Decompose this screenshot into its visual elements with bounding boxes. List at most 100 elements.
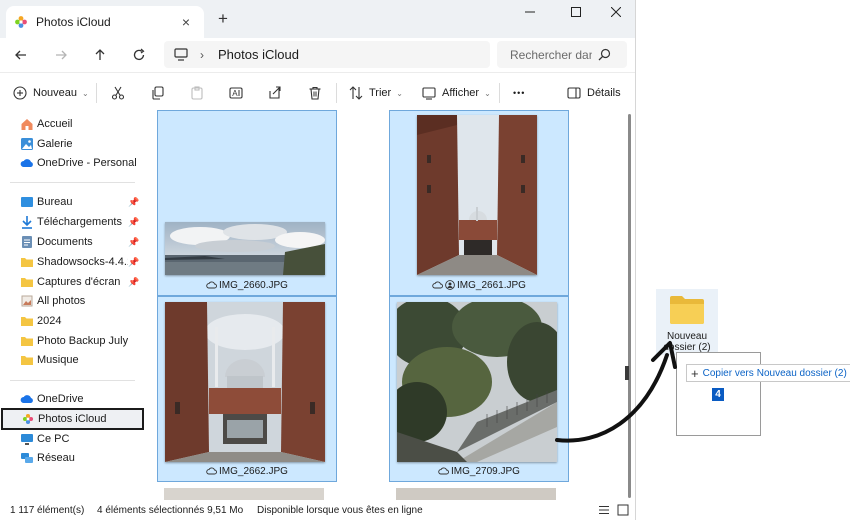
search-box[interactable]: Rechercher dans Photos iCloud [497, 41, 627, 68]
tab-close-icon[interactable]: × [174, 10, 198, 34]
chevron-down-icon: ⌄ [396, 88, 403, 98]
sidebar-item-shadowsocks[interactable]: Shadowsocks-4.4.1.0 📌 [0, 252, 145, 272]
close-window-button[interactable] [596, 0, 635, 24]
file-tile-partial[interactable] [396, 488, 556, 500]
pc-icon [20, 432, 34, 446]
drag-destination-label: Nouveau dossier (2) [756, 367, 847, 379]
cloud-icon [20, 392, 34, 406]
refresh-icon [133, 48, 145, 61]
sort-button[interactable]: Trier ⌄ [349, 82, 403, 104]
back-button[interactable] [9, 43, 33, 67]
sidebar-item-ce-pc[interactable]: Ce PC [0, 429, 145, 449]
refresh-button[interactable] [127, 43, 151, 67]
up-button[interactable] [88, 43, 112, 67]
pin-icon: 📌 [128, 196, 140, 207]
drag-tooltip: + Copier vers Nouveau dossier (2) [686, 364, 850, 382]
selection-info: 4 éléments sélectionnés 9,51 Mo [97, 505, 244, 516]
folder-icon [20, 275, 34, 289]
large-icons-view-icon[interactable] [617, 504, 629, 516]
sidebar-item-all-photos[interactable]: All photos [0, 291, 145, 311]
desktop-folder-icon [20, 195, 34, 209]
cloud-outline-icon [432, 281, 443, 289]
sidebar-item-reseau[interactable]: Réseau [0, 448, 145, 468]
file-tile-img-2660[interactable]: IMG_2660.JPG [157, 110, 337, 296]
breadcrumb-separator[interactable]: › [200, 48, 204, 62]
sidebar-item-photos-icloud[interactable]: Photos iCloud [1, 408, 144, 430]
pin-icon: 📌 [128, 276, 140, 287]
sidebar-divider [10, 380, 135, 381]
file-tile-img-2662[interactable]: IMG_2662.JPG [157, 296, 337, 482]
sidebar-item-2024[interactable]: 2024 [0, 311, 145, 331]
sidebar-item-label: Réseau [37, 452, 75, 464]
file-name: IMG_2662.JPG [219, 465, 288, 477]
folder-icon [20, 314, 34, 328]
arrow-right-icon [56, 50, 67, 60]
pin-icon: 📌 [128, 256, 140, 267]
new-button[interactable]: Nouveau ⌄ [13, 82, 89, 104]
availability-status: Disponible lorsque vous êtes en ligne [257, 505, 423, 516]
home-icon [20, 117, 34, 131]
network-icon [20, 451, 34, 465]
plus-circle-icon [13, 86, 27, 100]
status-bar: 1 117 élément(s) 4 éléments sélectionnés… [0, 500, 635, 520]
copy-icon [152, 86, 164, 100]
sidebar-item-label: OneDrive - Personal [37, 157, 137, 169]
rename-button[interactable]: A [229, 82, 243, 104]
drag-count-badge: 4 [712, 388, 724, 401]
navigation-bar: › Photos iCloud Rechercher dans Photos i… [0, 38, 635, 72]
forward-button[interactable] [49, 43, 73, 67]
file-name: IMG_2660.JPG [219, 279, 288, 291]
sidebar-item-telechargements[interactable]: Téléchargements 📌 [0, 212, 145, 232]
sidebar-item-documents[interactable]: Documents 📌 [0, 232, 145, 252]
file-tile-img-2661[interactable]: IMG_2661.JPG [389, 110, 569, 296]
sidebar-item-label: All photos [37, 295, 86, 307]
file-tile-img-2709[interactable]: IMG_2709.JPG [389, 296, 569, 482]
details-view-icon[interactable] [598, 504, 610, 516]
gallery-icon [20, 137, 34, 151]
sidebar-item-galerie[interactable]: Galerie [0, 134, 145, 154]
sidebar-item-photo-backup-july[interactable]: Photo Backup July [0, 331, 145, 351]
new-tab-button[interactable]: + [212, 8, 234, 30]
command-bar: Nouveau ⌄ A Trier ⌄ Afficher ⌄ ••• Détai… [0, 72, 635, 110]
sidebar-item-label: Photos iCloud [38, 413, 107, 425]
file-tile-partial[interactable] [164, 488, 324, 500]
sidebar-item-onedrive[interactable]: OneDrive [0, 389, 145, 409]
details-pane-icon [567, 87, 581, 99]
maximize-button[interactable] [556, 0, 596, 24]
cloud-outline-icon [206, 467, 217, 475]
breadcrumb-location[interactable]: Photos iCloud [218, 47, 299, 62]
arrow-left-icon [15, 50, 26, 60]
close-icon [611, 7, 621, 17]
sidebar-item-label: Documents [37, 236, 93, 248]
delete-button[interactable] [308, 82, 322, 104]
folder-icon [670, 296, 704, 324]
sidebar-item-bureau[interactable]: Bureau 📌 [0, 192, 145, 212]
sidebar-item-accueil[interactable]: Accueil [0, 114, 145, 134]
details-button[interactable]: Détails [567, 82, 621, 104]
maximize-icon [571, 7, 581, 17]
details-label: Détails [587, 87, 621, 99]
sidebar-item-musique[interactable]: Musique [0, 350, 145, 370]
search-input[interactable]: Rechercher dans Photos iCloud [510, 48, 592, 62]
address-bar[interactable]: › Photos iCloud [164, 41, 490, 68]
photo-thumbnail [165, 222, 325, 275]
paste-button[interactable] [190, 82, 204, 104]
sidebar-item-captures[interactable]: Captures d'écran 📌 [0, 272, 145, 292]
file-caption: IMG_2662.JPG [158, 464, 336, 478]
more-options-button[interactable]: ••• [513, 82, 525, 104]
share-button[interactable] [268, 82, 282, 104]
chevron-down-icon: ⌄ [484, 88, 491, 98]
minimize-button[interactable] [510, 0, 550, 24]
sidebar-item-onedrive-personal[interactable]: OneDrive - Personal [0, 153, 145, 173]
cut-button[interactable] [111, 82, 125, 104]
copy-button[interactable] [151, 82, 165, 104]
minimize-icon [525, 11, 535, 13]
icloud-photos-icon [15, 16, 27, 28]
search-icon [598, 48, 611, 61]
svg-text:A: A [232, 89, 238, 98]
photos-icon [20, 294, 34, 308]
view-button[interactable]: Afficher ⌄ [422, 82, 491, 104]
tab-photos-icloud[interactable]: Photos iCloud × [6, 6, 204, 38]
file-caption: IMG_2709.JPG [390, 464, 568, 478]
sidebar-item-label: Captures d'écran [37, 276, 121, 288]
